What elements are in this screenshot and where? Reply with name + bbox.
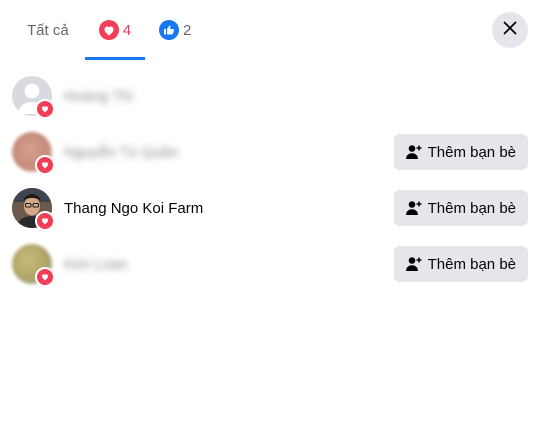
tab-love[interactable]: 4 xyxy=(84,0,146,60)
avatar[interactable] xyxy=(12,132,55,175)
heart-badge-icon xyxy=(35,99,55,119)
tab-like[interactable]: 2 xyxy=(145,0,205,60)
add-friend-button[interactable]: Thêm bạn bè xyxy=(393,190,528,226)
avatar[interactable] xyxy=(12,244,55,287)
reaction-tabs: Tất cả 4 2 xyxy=(12,0,205,60)
list-item: Hoàng Thi xyxy=(0,68,541,124)
thumbs-up-reaction-icon xyxy=(159,20,180,40)
add-friend-label: Thêm bạn bè xyxy=(427,199,516,217)
person-name[interactable]: Nguyễn Tú Quân xyxy=(64,144,178,161)
heart-badge-icon xyxy=(35,155,55,175)
tab-all[interactable]: Tất cả xyxy=(12,0,85,60)
close-button[interactable] xyxy=(492,12,528,48)
love-count: 4 xyxy=(122,21,132,39)
add-friend-icon xyxy=(405,144,422,160)
reactor-list: Hoàng Thi Nguyễn Tú Quân Thêm bạn bè Tha… xyxy=(0,68,541,292)
add-friend-label: Thêm bạn bè xyxy=(427,143,516,161)
heart-badge-icon xyxy=(35,211,55,231)
like-count: 2 xyxy=(183,21,192,39)
add-friend-label: Thêm bạn bè xyxy=(427,255,516,273)
list-item: Nguyễn Tú Quân Thêm bạn bè xyxy=(0,124,541,180)
reactions-dialog: Tất cả 4 2 Hoàng Thi Nguyễn Tú Quân Thêm… xyxy=(0,0,541,438)
person-name[interactable]: Hoàng Thi xyxy=(64,88,133,105)
tab-all-label: Tất cả xyxy=(27,21,69,39)
heart-reaction-icon xyxy=(98,20,119,40)
close-icon xyxy=(503,21,517,40)
list-item: Kim Loan Thêm bạn bè xyxy=(0,236,541,292)
person-name[interactable]: Kim Loan xyxy=(64,256,127,273)
list-item: Thang Ngo Koi Farm Thêm bạn bè xyxy=(0,180,541,236)
add-friend-icon xyxy=(405,200,422,216)
add-friend-button[interactable]: Thêm bạn bè xyxy=(393,134,528,170)
heart-badge-icon xyxy=(35,267,55,287)
avatar[interactable] xyxy=(12,188,55,231)
add-friend-button[interactable]: Thêm bạn bè xyxy=(393,246,528,282)
add-friend-icon xyxy=(405,256,422,272)
avatar[interactable] xyxy=(12,76,55,119)
person-name[interactable]: Thang Ngo Koi Farm xyxy=(64,200,203,217)
